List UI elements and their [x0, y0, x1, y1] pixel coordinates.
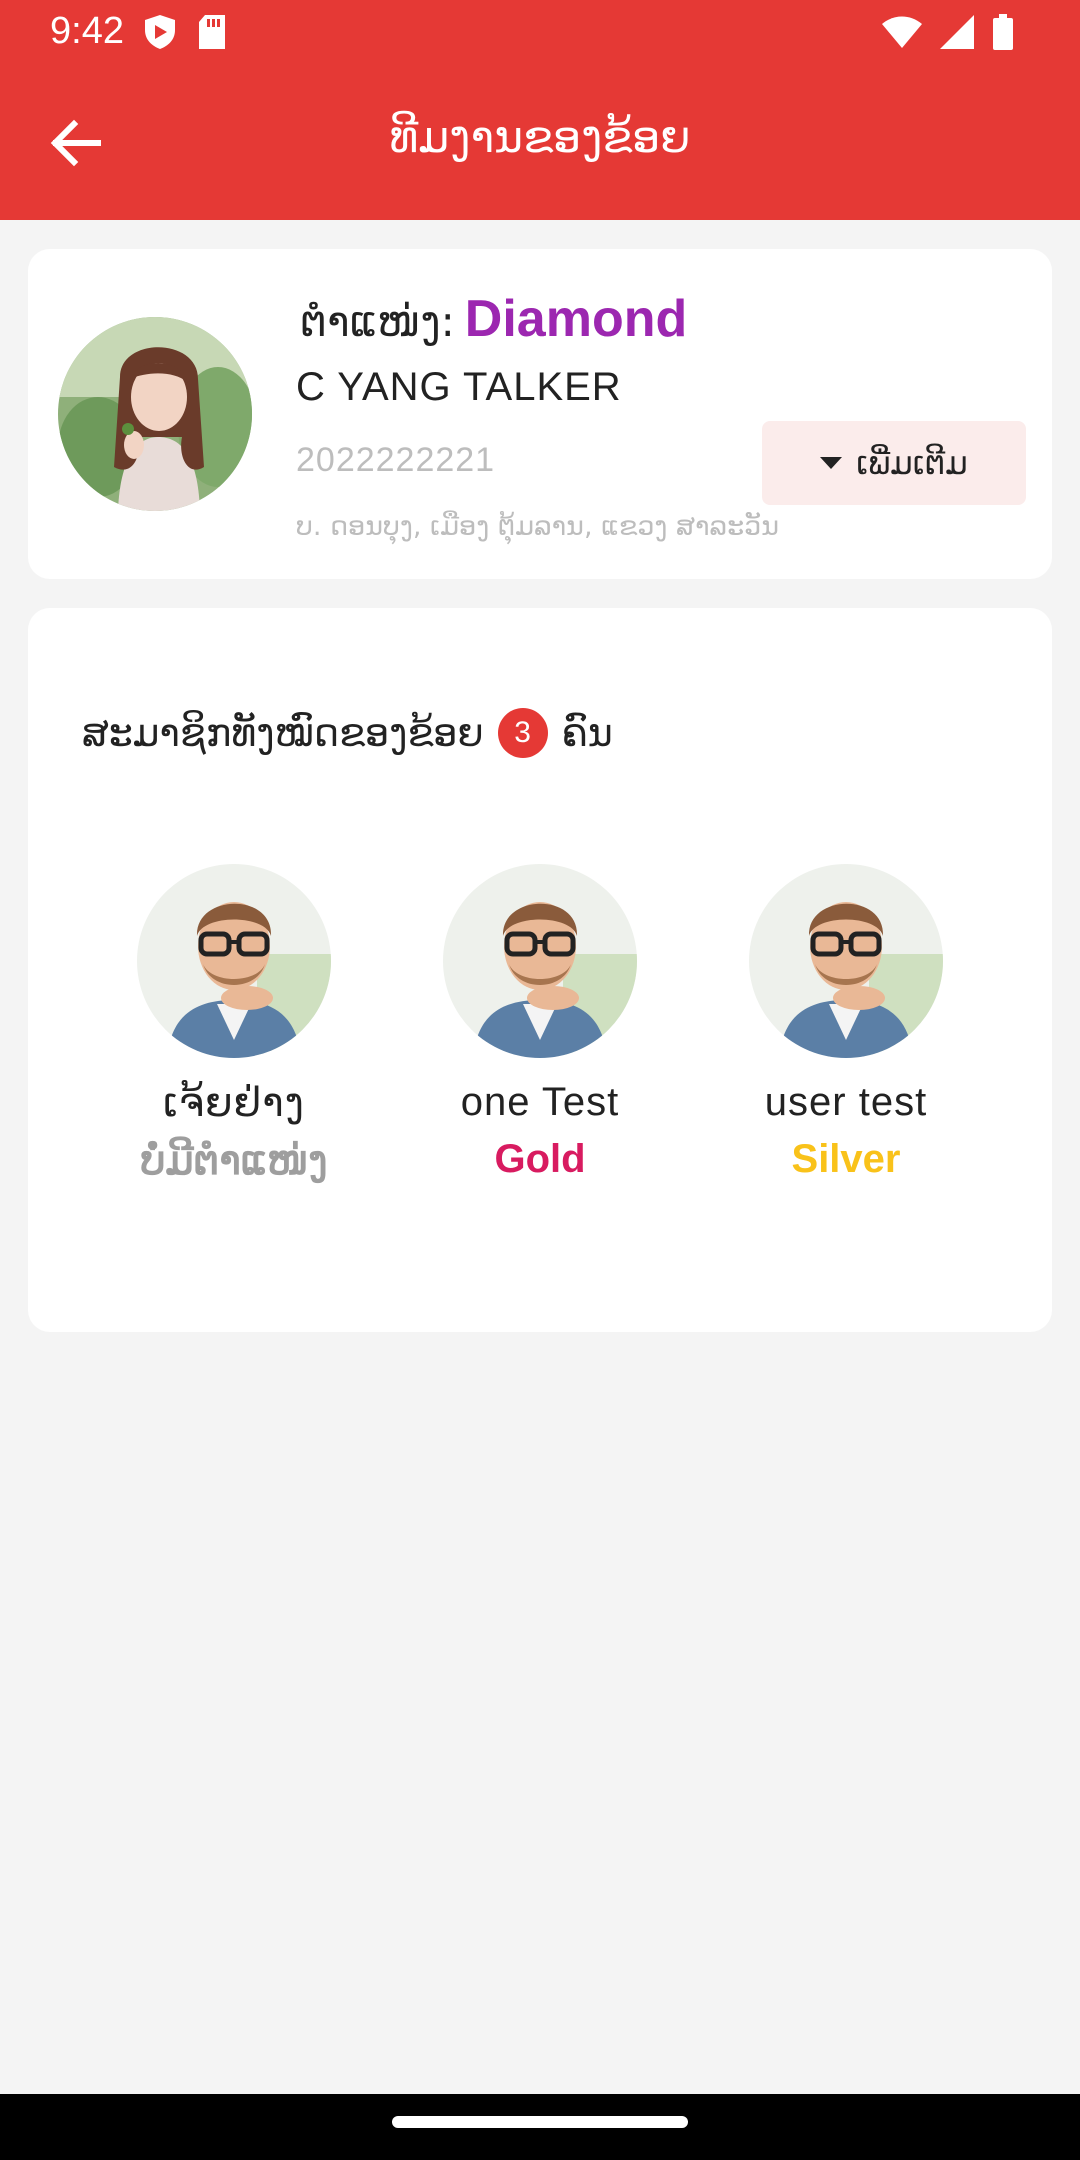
member-avatar — [443, 864, 637, 1058]
member-level: Gold — [494, 1137, 586, 1181]
status-time: 9:42 — [50, 10, 124, 52]
member-item[interactable]: ເຈ້ຍຢ່າງ ບໍ່ມີຕໍາແໜ່ງ — [82, 864, 386, 1184]
position-value: Diamond — [464, 290, 688, 348]
position-line: ຕໍາແໜ່ງ: Diamond — [300, 289, 687, 349]
profile-name: C YANG TALKER — [296, 365, 622, 409]
member-name: one Test — [460, 1080, 620, 1124]
members-card: ສະມາຊິກທັງໝົດຂອງຂ້ອຍ 3 ຄົນ ເຈ້ຍຢ່າງ ບໍ່ມ… — [28, 608, 1052, 1332]
members-title: ສະມາຊິກທັງໝົດຂອງຂ້ອຍ — [82, 711, 484, 755]
app-bar: 9:42 ທີມງານຂອງຂ້ອຍ — [0, 0, 1080, 220]
members-header: ສະມາຊິກທັງໝົດຂອງຂ້ອຍ 3 ຄົນ — [82, 708, 613, 758]
battery-icon — [992, 14, 1014, 54]
status-bar: 9:42 — [0, 0, 1080, 66]
more-button-label: ເພີ່ມເຕີມ — [856, 444, 968, 482]
page-title: ທີມງານຂອງຂ້ອຍ — [389, 112, 691, 163]
shield-icon — [143, 14, 177, 54]
signal-icon — [940, 15, 974, 53]
profile-address: ບ. ດອນບຸງ, ເມືອງ ຕຸ້ມລານ, ແຂວງ ສາລະວັນ — [296, 511, 780, 542]
member-avatar — [749, 864, 943, 1058]
more-button[interactable]: ເພີ່ມເຕີມ — [762, 421, 1026, 505]
profile-avatar — [58, 317, 252, 511]
members-unit: ຄົນ — [561, 711, 613, 755]
profile-phone: 2022222221 — [296, 441, 496, 479]
member-avatar — [137, 864, 331, 1058]
member-level: ບໍ່ມີຕໍາແໜ່ງ — [140, 1139, 328, 1183]
position-label: ຕໍາແໜ່ງ: — [300, 297, 455, 346]
member-item[interactable]: user test Silver — [694, 864, 998, 1182]
home-indicator[interactable] — [392, 2116, 688, 2128]
sd-card-icon — [197, 14, 227, 54]
member-name: user test — [764, 1080, 928, 1124]
member-name: ເຈ້ຍຢ່າງ — [163, 1081, 305, 1125]
caret-down-icon — [820, 457, 843, 469]
member-count-badge: 3 — [497, 708, 548, 758]
member-item[interactable]: one Test Gold — [388, 864, 692, 1182]
member-level: Silver — [791, 1137, 901, 1181]
wifi-icon — [882, 16, 922, 52]
profile-card: ຕໍາແໜ່ງ: Diamond C YANG TALKER 202222222… — [28, 249, 1052, 579]
